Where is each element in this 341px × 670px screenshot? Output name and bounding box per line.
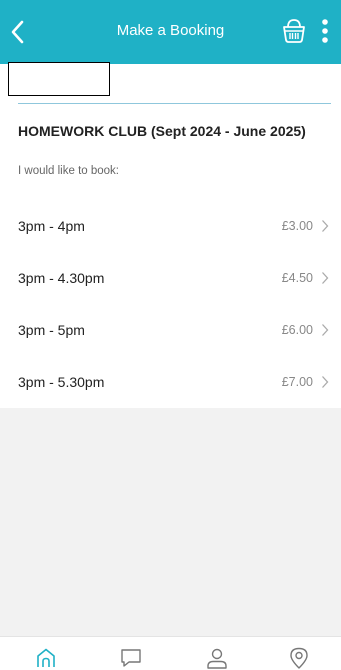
option-item[interactable]: 3pm - 5pm £6.00 bbox=[0, 304, 341, 356]
chat-icon[interactable] bbox=[119, 646, 143, 670]
option-price: £6.00 bbox=[281, 323, 313, 337]
chevron-right-icon bbox=[322, 220, 329, 232]
location-pin-icon[interactable] bbox=[287, 646, 311, 670]
option-label: 3pm - 5.30pm bbox=[18, 374, 105, 390]
option-label: 3pm - 5pm bbox=[18, 322, 85, 338]
option-price: £7.00 bbox=[281, 375, 313, 389]
chevron-right-icon bbox=[322, 376, 329, 388]
club-title: HOMEWORK CLUB (Sept 2024 - June 2025) bbox=[18, 123, 306, 139]
option-item[interactable]: 3pm - 4pm £3.00 bbox=[0, 200, 341, 252]
option-price: £3.00 bbox=[281, 219, 313, 233]
profile-icon[interactable] bbox=[205, 646, 229, 670]
basket-icon[interactable] bbox=[281, 18, 307, 44]
app-header: Make a Booking bbox=[0, 0, 341, 64]
more-vertical-icon[interactable] bbox=[319, 18, 331, 44]
booking-prompt: I would like to book: bbox=[18, 165, 120, 177]
booking-details: HOMEWORK CLUB (Sept 2024 - June 2025) I … bbox=[0, 62, 341, 200]
option-label: 3pm - 4.30pm bbox=[18, 270, 105, 286]
option-list: 3pm - 4pm £3.00 3pm - 4.30pm £4.50 3pm -… bbox=[0, 200, 341, 408]
option-price: £4.50 bbox=[281, 271, 313, 285]
option-item[interactable]: 3pm - 5.30pm £7.00 bbox=[0, 356, 341, 408]
chevron-right-icon bbox=[322, 324, 329, 336]
option-label: 3pm - 4pm bbox=[18, 218, 85, 234]
divider bbox=[18, 103, 331, 104]
child-select-box[interactable] bbox=[8, 62, 110, 96]
bottom-tab-bar bbox=[0, 636, 341, 670]
chevron-right-icon bbox=[322, 272, 329, 284]
option-item[interactable]: 3pm - 4.30pm £4.50 bbox=[0, 252, 341, 304]
home-icon[interactable] bbox=[34, 646, 58, 670]
